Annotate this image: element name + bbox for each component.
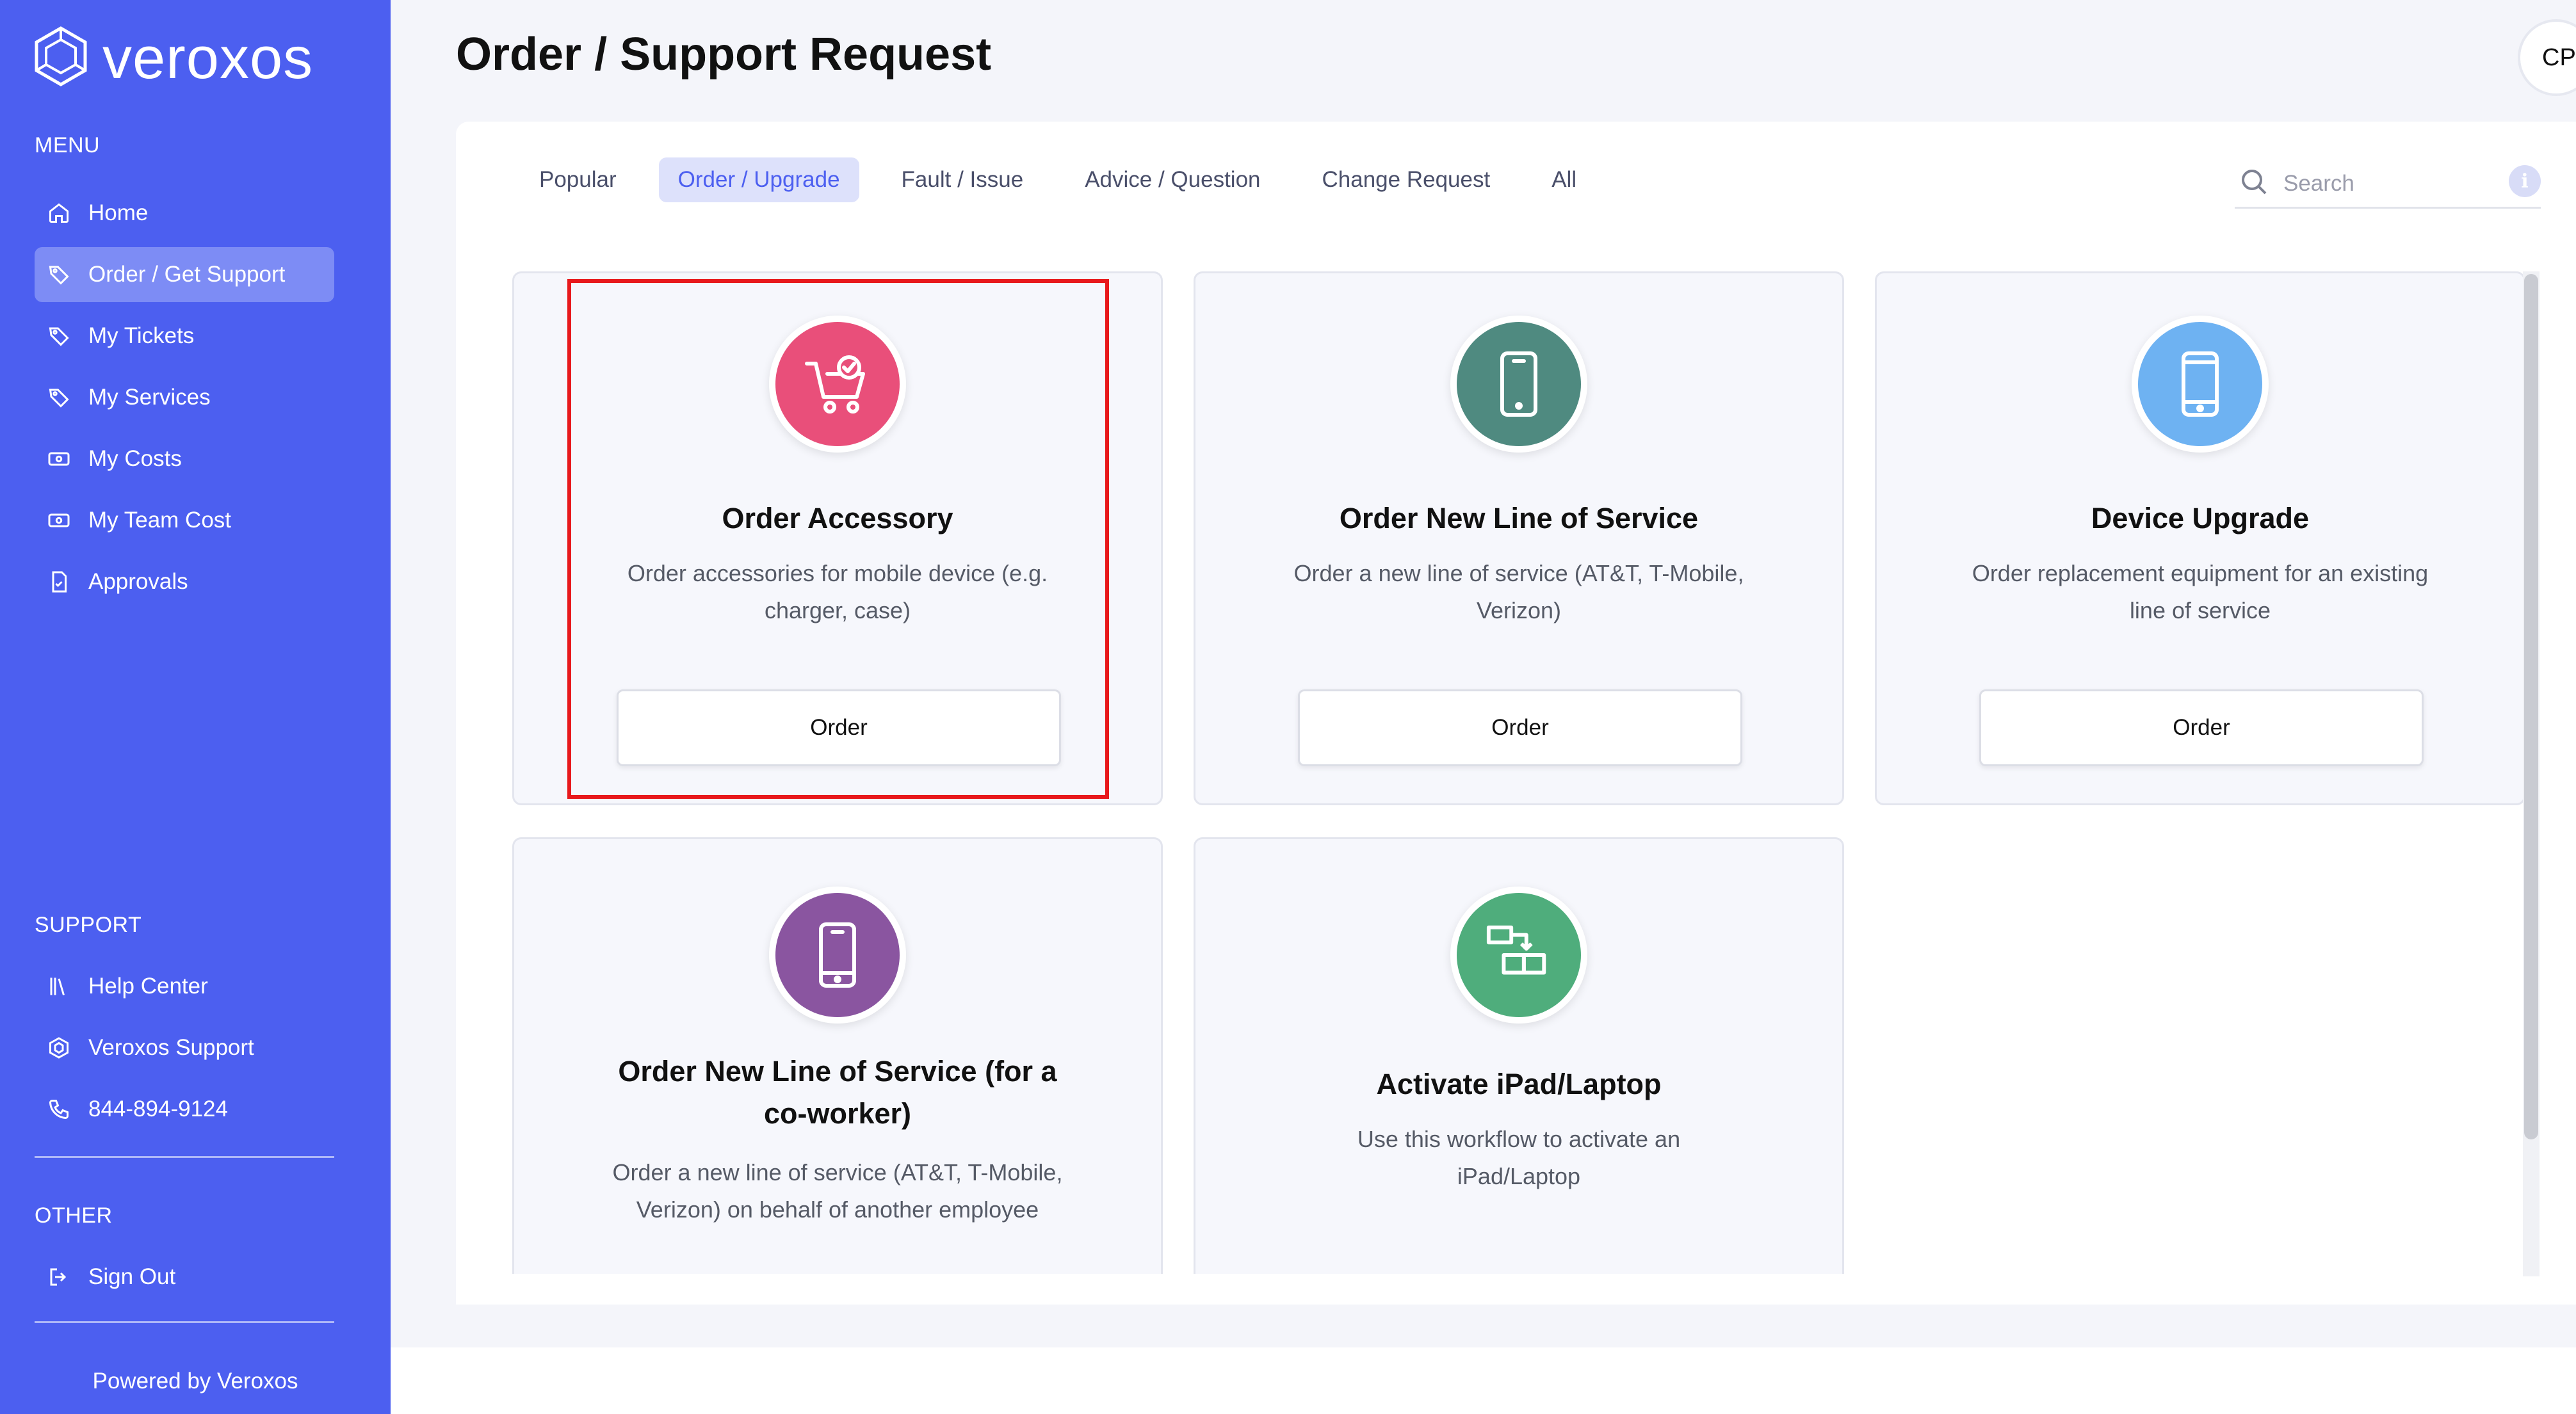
search-box xyxy=(2235,160,2541,209)
sidebar-item-my-tickets[interactable]: My Tickets xyxy=(35,309,334,364)
tag-icon xyxy=(46,323,72,349)
sidebar-item-label: Veroxos Support xyxy=(88,1035,254,1060)
brand-name: veroxos xyxy=(102,25,314,91)
sidebar-item-label: My Team Cost xyxy=(88,508,232,533)
avatar-initials: CP xyxy=(2542,44,2576,71)
sidebar: veroxos MENU Home Order / Get Support My… xyxy=(0,0,391,1414)
card-description: Use this workflow to activate an iPad/La… xyxy=(1357,1126,1681,1189)
info-icon[interactable]: i xyxy=(2509,165,2541,197)
tag-icon xyxy=(46,262,72,287)
document-icon xyxy=(46,569,72,595)
tab-order-upgrade[interactable]: Order / Upgrade xyxy=(658,157,859,202)
avatar[interactable]: CP xyxy=(2518,19,2576,96)
phone-device-icon xyxy=(2138,322,2262,446)
hexagon-icon xyxy=(46,1035,72,1061)
sidebar-divider xyxy=(35,1321,334,1323)
sidebar-item-label: Order / Get Support xyxy=(88,262,286,287)
order-button[interactable]: Order xyxy=(1298,689,1742,766)
tab-advice-question[interactable]: Advice / Question xyxy=(1065,157,1279,202)
sidebar-item-my-team-cost[interactable]: My Team Cost xyxy=(35,493,334,548)
card-title: Order New Line of Service xyxy=(1339,502,1699,534)
service-card-order-new-line: Order New Line of Service Order a new li… xyxy=(1194,271,1844,805)
card-icon-wrapper xyxy=(1450,887,1587,1024)
order-button[interactable]: Order xyxy=(1979,689,2424,766)
other-section-title: OTHER xyxy=(35,1203,113,1228)
card-description: Order replacement equipment for an exist… xyxy=(1972,560,2429,623)
sidebar-item-label: My Costs xyxy=(88,446,182,471)
brand-logo[interactable]: veroxos xyxy=(33,26,313,90)
service-card-device-upgrade: Device Upgrade Order replacement equipme… xyxy=(1875,271,2525,805)
sidebar-item-home[interactable]: Home xyxy=(35,186,334,241)
home-icon xyxy=(46,200,72,226)
page-title: Order / Support Request xyxy=(456,29,992,80)
sidebar-item-label: Sign Out xyxy=(88,1264,176,1289)
books-icon xyxy=(46,974,72,999)
tab-fault-issue[interactable]: Fault / Issue xyxy=(882,157,1043,202)
sidebar-divider xyxy=(35,1156,334,1158)
phone-icon xyxy=(46,1097,72,1122)
sidebar-item-label: 844-894-9124 xyxy=(88,1097,228,1121)
category-tabs: Popular Order / Upgrade Fault / Issue Ad… xyxy=(520,157,1619,202)
sidebar-item-my-services[interactable]: My Services xyxy=(35,370,334,425)
tab-change-request[interactable]: Change Request xyxy=(1303,157,1510,202)
search-icon xyxy=(2239,166,2269,200)
sidebar-item-order-get-support[interactable]: Order / Get Support xyxy=(35,247,334,302)
sidebar-item-label: Home xyxy=(88,200,149,225)
sidebar-item-veroxos-support[interactable]: Veroxos Support xyxy=(35,1020,334,1075)
card-icon-wrapper xyxy=(1450,316,1587,453)
cash-icon xyxy=(46,446,72,472)
sidebar-item-my-costs[interactable]: My Costs xyxy=(35,431,334,486)
sign-out-icon xyxy=(46,1264,72,1290)
tag-icon xyxy=(46,385,72,410)
sidebar-item-label: My Services xyxy=(88,385,211,410)
card-description: Order a new line of service (AT&T, T-Mob… xyxy=(612,1159,1063,1223)
card-title: Device Upgrade xyxy=(2091,502,2310,534)
service-card-order-new-line-coworker: Order New Line of Service (for a co-work… xyxy=(512,837,1163,1298)
workflow-icon xyxy=(1457,893,1581,1017)
sidebar-item-help-center[interactable]: Help Center xyxy=(35,959,334,1014)
content-clip xyxy=(456,1274,2523,1305)
card-title: Activate iPad/Laptop xyxy=(1376,1068,1662,1100)
phone-device-icon xyxy=(775,893,900,1017)
sidebar-item-approvals[interactable]: Approvals xyxy=(35,554,334,609)
phone-device-icon xyxy=(1457,322,1581,446)
card-title: Order New Line of Service (for a co-work… xyxy=(618,1055,1057,1130)
sidebar-item-label: My Tickets xyxy=(88,323,195,348)
scrollbar-thumb[interactable] xyxy=(2524,274,2538,1139)
sidebar-item-label: Help Center xyxy=(88,974,208,999)
menu-section-title: MENU xyxy=(35,133,101,157)
search-input[interactable] xyxy=(2283,170,2488,197)
sidebar-item-sign-out[interactable]: Sign Out xyxy=(35,1249,334,1305)
veroxos-logo-icon xyxy=(33,26,88,90)
service-card-activate-ipad-laptop: Activate iPad/Laptop Use this workflow t… xyxy=(1194,837,1844,1298)
powered-by-text: Powered by Veroxos xyxy=(92,1369,298,1394)
tab-all[interactable]: All xyxy=(1532,157,1596,202)
footer-strip xyxy=(391,1347,2576,1414)
card-icon-wrapper xyxy=(769,887,906,1024)
card-icon-wrapper xyxy=(2132,316,2269,453)
support-section-title: SUPPORT xyxy=(35,913,142,937)
card-description: Order a new line of service (AT&T, T-Mob… xyxy=(1293,560,1744,623)
sidebar-item-phone[interactable]: 844-894-9124 xyxy=(35,1082,334,1137)
tab-popular[interactable]: Popular xyxy=(520,157,636,202)
cash-icon xyxy=(46,508,72,533)
highlight-box xyxy=(567,279,1109,799)
sidebar-item-label: Approvals xyxy=(88,569,188,594)
